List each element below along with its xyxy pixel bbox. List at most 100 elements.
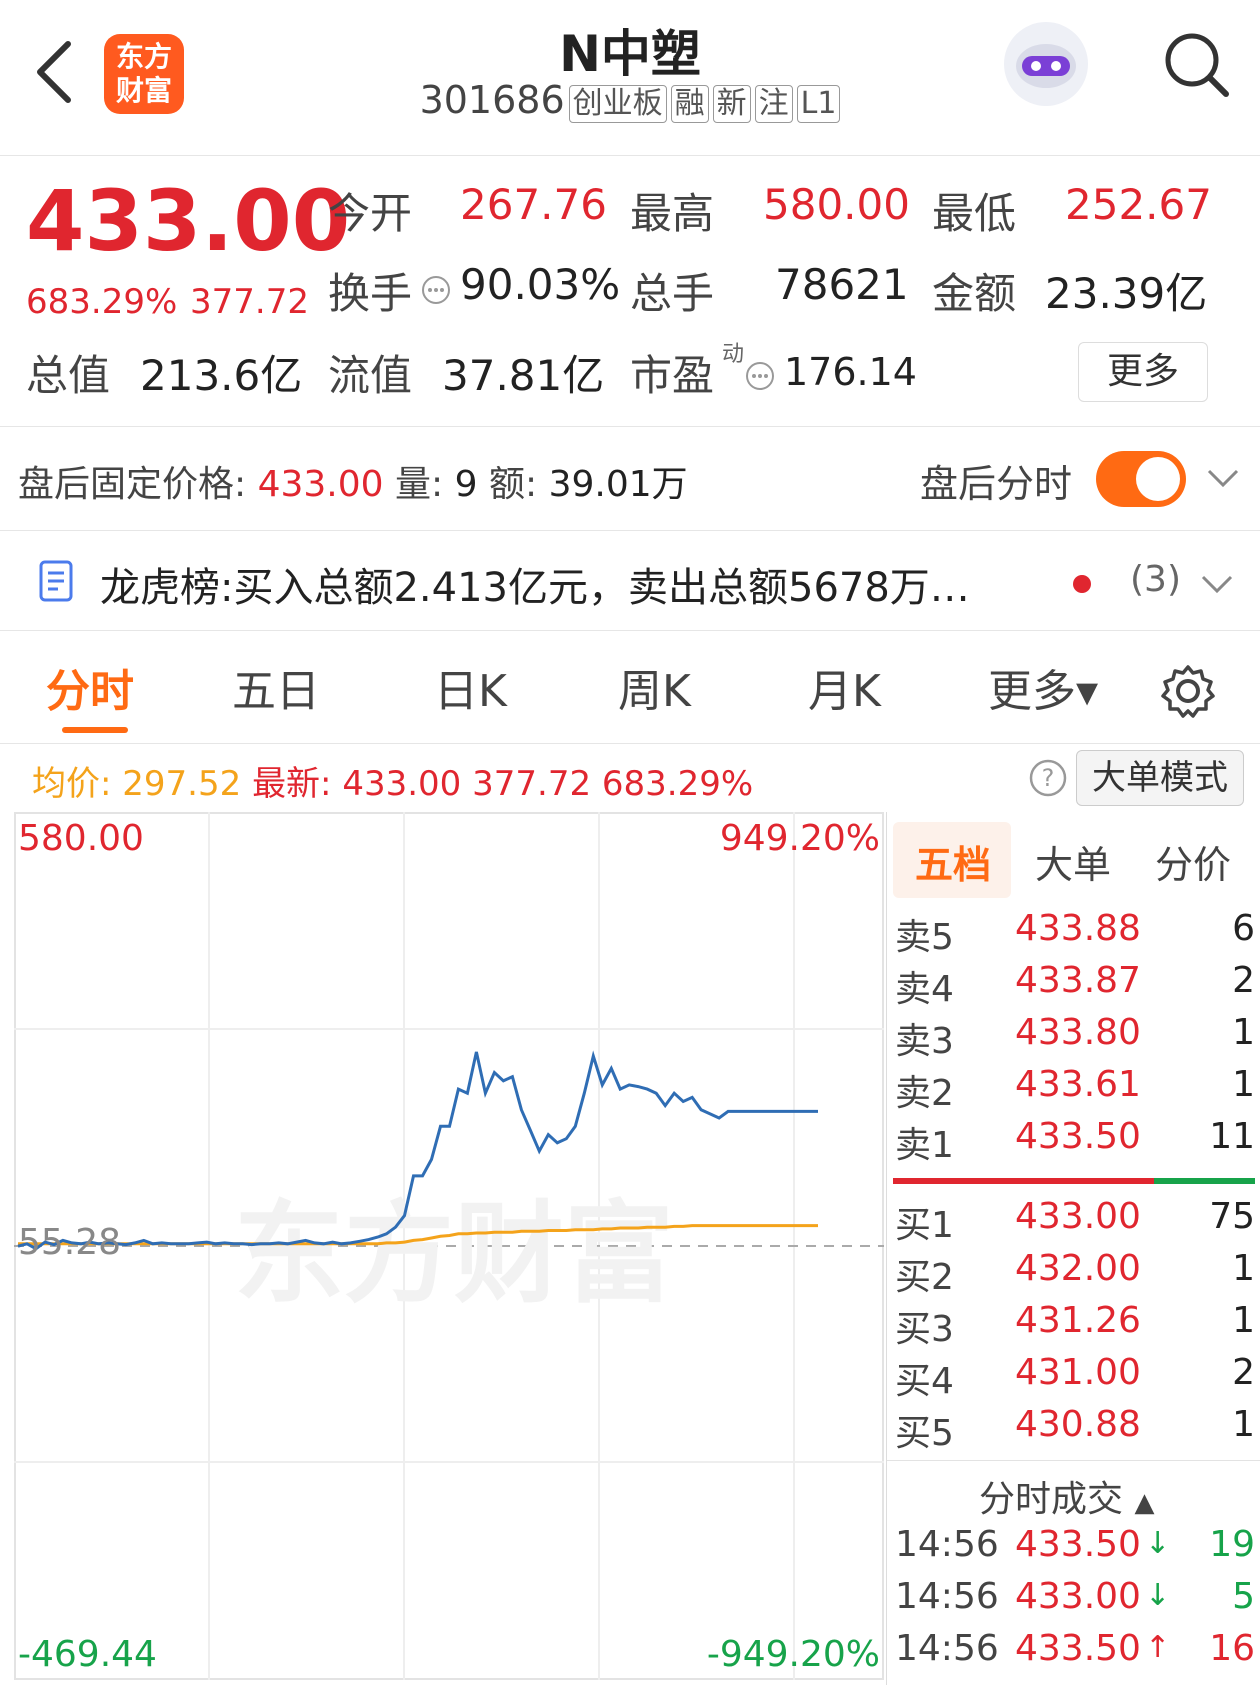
tab-monthly-k[interactable]: 月K	[808, 655, 881, 719]
open-label: 今开	[328, 189, 413, 238]
ask-volume: 2	[1232, 960, 1255, 1001]
turnover-label: 换手	[328, 269, 413, 318]
mktcap-value: 213.6亿	[140, 351, 303, 400]
search-icon[interactable]	[1162, 30, 1232, 100]
bid-price: 430.88	[1015, 1404, 1141, 1445]
robot-assistant-icon[interactable]	[1000, 18, 1092, 110]
back-arrow-icon[interactable]	[34, 40, 74, 104]
latest-label: 最新:	[252, 764, 332, 804]
ask-price: 433.61	[1015, 1064, 1141, 1105]
period-tabs: 分时 五日 日K 周K 月K 更多▾	[0, 631, 1260, 744]
tag-margin: 融	[670, 85, 709, 123]
bid-volume: 1	[1232, 1404, 1255, 1445]
help-icon[interactable]: ?	[1028, 758, 1068, 798]
tag-level: L1	[796, 85, 841, 123]
dragon-tiger-label: 龙虎榜:	[100, 565, 234, 611]
chart-legend: 均价: 297.52 最新: 433.00 377.72 683.29%	[32, 756, 753, 805]
ask-label: 卖4	[895, 969, 954, 1010]
divider	[887, 1460, 1260, 1461]
svg-text:?: ?	[1042, 764, 1055, 792]
order-ratio-sell	[893, 1178, 1154, 1184]
dragon-tiger-text: 龙虎榜:买入总额2.413亿元，卖出总额5678万…	[100, 555, 970, 613]
trade-direction: ↓	[1145, 1578, 1171, 1613]
big-order-mode-button[interactable]: 大单模式	[1076, 750, 1244, 806]
bid-row: 买3 431.26 1	[895, 1300, 1255, 1352]
ask-row: 卖5 433.88 6	[895, 908, 1255, 960]
watermark: 东方财富	[234, 1190, 674, 1318]
tag-registration: 注	[754, 85, 793, 123]
latest-pct: 683.29%	[601, 764, 754, 804]
tag-new: 新	[712, 85, 751, 123]
turnover-value: 90.03%	[460, 260, 621, 309]
trade-time: 14:56	[895, 1524, 999, 1565]
ask-row: 卖3 433.80 1	[895, 1012, 1255, 1064]
bid-price: 431.26	[1015, 1300, 1141, 1341]
caret-up-icon: ▲	[1134, 1488, 1155, 1518]
bid-row: 买5 430.88 1	[895, 1404, 1255, 1456]
ask-volume: 11	[1209, 1116, 1255, 1157]
more-button[interactable]: 更多	[1078, 342, 1208, 402]
trade-price: 433.50	[1015, 1524, 1141, 1565]
ask-price: 433.80	[1015, 1012, 1141, 1053]
tab-weekly-k[interactable]: 周K	[618, 655, 691, 719]
trade-volume: 16	[1209, 1628, 1255, 1669]
ask-price: 433.88	[1015, 908, 1141, 949]
bid-label: 买3	[895, 1309, 954, 1350]
dragon-tiger-count: (3)	[1130, 559, 1181, 600]
after-hours-info: 盘后固定价格: 433.00 量: 9 额: 39.01万	[18, 455, 688, 507]
after-hours-toggle[interactable]	[1096, 451, 1186, 507]
bid-row: 买2 432.00 1	[895, 1248, 1255, 1300]
tab-more[interactable]: 更多▾	[988, 655, 1098, 719]
dragon-tiger-bar[interactable]: 龙虎榜:买入总额2.413亿元，卖出总额5678万… (3)	[0, 531, 1260, 631]
info-dots-icon[interactable]	[420, 274, 452, 306]
intraday-chart-svg: 东方财富	[14, 812, 884, 1680]
stock-code: 301686	[419, 78, 565, 122]
chart-legend-bar: 均价: 297.52 最新: 433.00 377.72 683.29% ? 大…	[0, 744, 1260, 812]
app-logo: 东方 财富	[104, 34, 184, 114]
last-price: 433.00	[26, 172, 351, 270]
document-icon	[39, 560, 73, 602]
gear-icon[interactable]	[1160, 663, 1216, 719]
bid-row: 买1 433.00 75	[895, 1196, 1255, 1248]
book-tab-price-dist[interactable]: 分价	[1155, 834, 1231, 889]
tab-intraday[interactable]: 分时	[46, 655, 134, 719]
unread-dot	[1073, 575, 1091, 593]
after-hours-toggle-label: 盘后分时	[920, 462, 1073, 506]
order-ratio-bar	[893, 1178, 1255, 1184]
bid-label: 买4	[895, 1361, 954, 1402]
after-hours-vol: 9	[454, 464, 478, 505]
active-tab-indicator	[62, 727, 128, 733]
ask-volume: 1	[1232, 1064, 1255, 1105]
after-hours-price: 433.00	[257, 464, 384, 505]
pe-label: 市盈	[630, 351, 715, 400]
change-value: 377.72	[190, 282, 309, 322]
float-label: 流值	[328, 351, 413, 400]
book-tab-level5[interactable]: 五档	[915, 834, 991, 889]
high-label: 最高	[630, 189, 715, 238]
avg-label: 均价:	[32, 764, 112, 804]
y-axis-mid: 55.28	[18, 1222, 122, 1263]
ask-row: 卖4 433.87 2	[895, 960, 1255, 1012]
trade-direction: ↑	[1145, 1630, 1171, 1665]
intraday-chart[interactable]: 东方财富 580.00 949.20% 55.28 -469.44 -949.2…	[14, 812, 884, 1680]
chevron-down-icon[interactable]	[1206, 463, 1240, 493]
order-book: 五档 大单 分价 卖5 433.88 6 卖4 433.87 2 卖3 433.80 1 卖…	[886, 812, 1260, 1685]
book-tab-big-orders[interactable]: 大单	[1035, 834, 1111, 889]
stock-name: N中塑	[559, 25, 701, 83]
ask-price: 433.50	[1015, 1116, 1141, 1157]
trade-volume: 5	[1232, 1576, 1255, 1617]
bid-volume: 1	[1232, 1248, 1255, 1289]
trade-time: 14:56	[895, 1576, 999, 1617]
ask-label: 卖5	[895, 917, 954, 958]
trades-header[interactable]: 分时成交 ▲	[979, 1470, 1154, 1522]
info-dots-icon[interactable]	[744, 360, 776, 392]
chevron-down-icon[interactable]	[1200, 571, 1234, 599]
low-value: 252.67	[1065, 180, 1212, 229]
tab-five-day[interactable]: 五日	[232, 655, 320, 719]
trade-price: 433.50	[1015, 1628, 1141, 1669]
high-value: 580.00	[763, 180, 910, 229]
ask-volume: 6	[1232, 908, 1255, 949]
after-hours-amt-label: 额:	[488, 464, 538, 505]
y-axis-top: 580.00	[18, 818, 144, 859]
tab-daily-k[interactable]: 日K	[434, 655, 507, 719]
